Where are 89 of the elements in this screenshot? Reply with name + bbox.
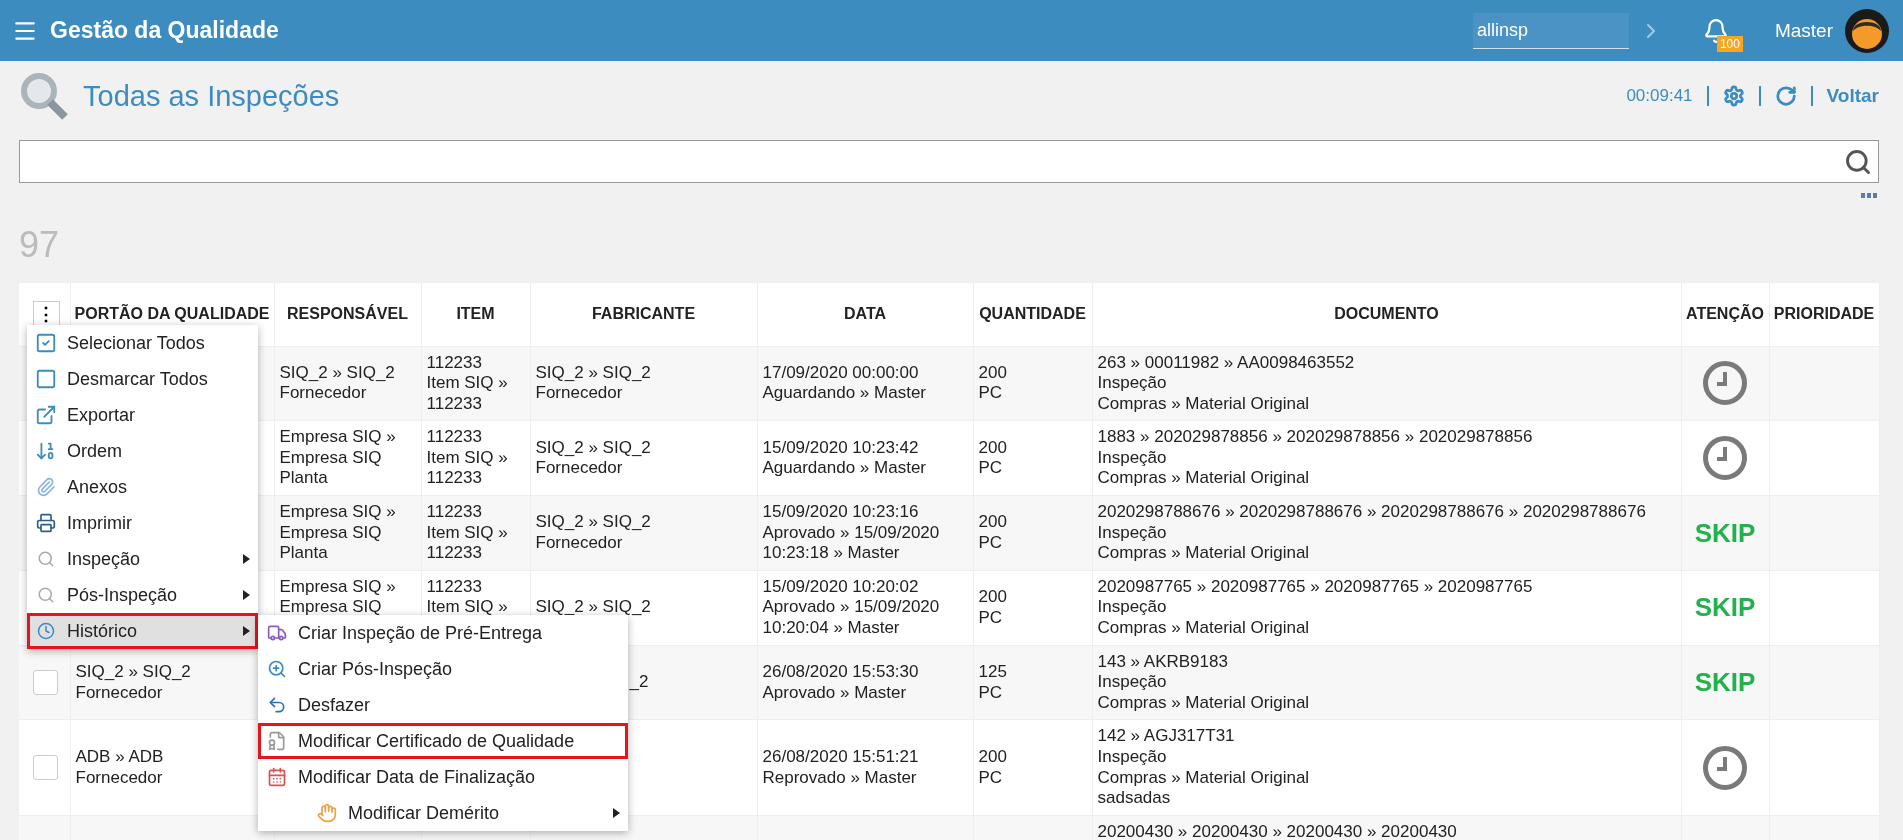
- menu-item[interactable]: Criar Pós-Inspeção: [258, 651, 628, 687]
- search-icon: [267, 659, 287, 679]
- status-label: SKIP: [1693, 672, 1757, 693]
- column-header[interactable]: ATENÇÃO: [1686, 305, 1764, 323]
- status-label: SKIP: [1693, 597, 1757, 619]
- refresh-icon[interactable]: [1774, 85, 1797, 107]
- menu-item[interactable]: Modificar Certificado de Qualidade: [258, 723, 628, 759]
- menu-item[interactable]: Anexos: [27, 469, 258, 505]
- menu-item[interactable]: Pós-Inspeção: [27, 577, 258, 613]
- column-header[interactable]: RESPONSÁVEL: [287, 305, 408, 323]
- table-cell-text: _2: [628, 672, 650, 693]
- search-icon: [37, 586, 55, 604]
- menu-item[interactable]: Ordem: [27, 433, 258, 469]
- table-cell-text: 17/09/2020 00:00:00 Aguardando » Master: [762, 362, 927, 404]
- clock-icon: [1702, 435, 1748, 482]
- column-menu-button[interactable]: ⋮: [32, 301, 60, 328]
- menu-item[interactable]: Inspeção: [27, 541, 258, 577]
- external-link-icon: [35, 404, 57, 426]
- table-cell-text: 112233 Item SIQ » 112233: [426, 352, 509, 415]
- table-cell-text: 200 PC: [978, 362, 1008, 404]
- paperclip-icon: [36, 477, 56, 497]
- table-cell-text: 2020298788676 » 2020298788676 » 2020298788676 » 2020298788676 Inspeção Compras » Material Original: [1097, 502, 1647, 564]
- column-header[interactable]: DATA: [843, 305, 887, 323]
- menu-item[interactable]: Desfazer: [258, 687, 628, 723]
- menu-item[interactable]: Desmarcar Todos: [27, 361, 258, 397]
- column-header[interactable]: PORTÃO DA QUALIDADE: [74, 305, 270, 323]
- menu-item[interactable]: Modificar Demérito: [258, 795, 628, 831]
- table-cell-text: SIQ_2 » SIQ_2 Fornecedor: [75, 661, 192, 704]
- clock-icon: [1702, 360, 1748, 407]
- menu-item[interactable]: Modificar Data de Finalização: [258, 759, 628, 795]
- checkbox-icon: [35, 368, 57, 390]
- timer: 00:09:41: [1626, 86, 1693, 106]
- clock-icon: [1702, 744, 1748, 791]
- menu-item[interactable]: Exportar: [27, 397, 258, 433]
- printer-icon: [36, 513, 56, 533]
- row-checkbox[interactable]: [33, 670, 58, 695]
- column-header[interactable]: QUANTIDADE: [979, 305, 1086, 323]
- menu-item[interactable]: Selecionar Todos: [27, 325, 258, 361]
- table-cell-text: 200 PC: [978, 747, 1008, 789]
- table-cell-text: 2020987765 » 2020987765 » 2020987765 » 2020987765 Inspeção Compras » Material Original: [1097, 576, 1534, 639]
- column-header[interactable]: ITEM: [456, 305, 495, 323]
- hand-icon: [317, 803, 337, 823]
- table-cell-text: 1883 » 202029878856 » 202029878856 » 202029878856 Inspeção Compras » Material Original: [1097, 427, 1534, 490]
- table-cell-text: 26/08/2020 15:53:30 Aprovado » Master: [762, 661, 920, 704]
- settings-icon[interactable]: [1722, 85, 1745, 107]
- table-cell-text: 26/08/2020 15:51:21 Reprovado » Master: [762, 747, 920, 789]
- notification-badge: 100: [1716, 35, 1743, 52]
- column-header[interactable]: DOCUMENTO: [1334, 305, 1439, 323]
- search-field[interactable]: [19, 140, 1879, 183]
- table-cell-text: SIQ_2 » SIQ_2 Fornecedor: [279, 362, 396, 404]
- menu-item[interactable]: Histórico: [27, 613, 258, 649]
- table-cell-text: SIQ_2 » SIQ_2 Fornecedor: [535, 362, 652, 404]
- column-header[interactable]: FABRICANTE: [591, 305, 696, 323]
- more-icon[interactable]: [1861, 192, 1877, 198]
- table-cell-text: 200 PC: [978, 587, 1008, 629]
- table-cell-text: 15/09/2020 10:20:02 Aprovado » 15/09/2020 10:20:04 » Master: [762, 576, 941, 639]
- table-cell-text: Empresa SIQ » Empresa SIQ Planta: [279, 427, 397, 490]
- table-cell-text: 20200430 » 20200430 » 20200430 » 20200430: [1097, 821, 1458, 840]
- table-cell-text: 15/09/2020 10:23:16 Aprovado » 15/09/2020 10:23:18 » Master: [762, 502, 941, 564]
- app-title: Gestão da Qualidade: [50, 17, 280, 44]
- table-cell-text: ADB » ADB Fornecedor: [75, 747, 165, 789]
- clock-icon: [37, 622, 55, 640]
- table-cell-text: SIQ_2 » SIQ_2 Fornecedor: [535, 512, 652, 554]
- undo-icon: [267, 695, 287, 715]
- page-title: Todas as Inspeções: [83, 79, 341, 113]
- menu-item[interactable]: Imprimir: [27, 505, 258, 541]
- checkbox-icon: [35, 332, 57, 354]
- status-label: SKIP: [1693, 522, 1757, 544]
- table-cell-text: 125 PC: [978, 661, 1008, 704]
- search-icon[interactable]: [1844, 147, 1872, 176]
- table-cell-text: 200 PC: [978, 437, 1008, 479]
- table-cell-text: Empresa SIQ » Empresa SIQ Planta: [279, 502, 397, 564]
- table-cell-text: 112233 Item SIQ » 112233: [426, 427, 509, 490]
- search-icon: [37, 550, 55, 568]
- truck-icon: [267, 623, 287, 643]
- table-cell-text: 15/09/2020 10:23:42 Aguardando » Master: [762, 437, 927, 479]
- table-cell-text: 142 » AGJ317T31 Inspeção Compras » Material Original sadsadas: [1097, 726, 1311, 809]
- search-icon: [19, 71, 69, 121]
- user-name: Master: [1774, 19, 1833, 42]
- table-cell-text: 200 PC: [978, 512, 1008, 554]
- table-cell-text: 263 » 00011982 » AA0098463552 Inspeção Compras » Material Original: [1097, 352, 1356, 415]
- avatar[interactable]: [1845, 8, 1889, 53]
- table-cell-text: SIQ_2 » SIQ_2 Fornecedor: [535, 437, 652, 479]
- table-cell-text: 143 » AKRB9183 Inspeção Compras » Material Original: [1097, 651, 1311, 714]
- column-header[interactable]: PRIORIDADE: [1773, 305, 1875, 323]
- table-cell-text: 112233 Item SIQ » 112233: [426, 502, 509, 564]
- row-checkbox[interactable]: [33, 755, 58, 781]
- certificate-icon: [267, 731, 287, 751]
- calendar-icon: [267, 767, 287, 787]
